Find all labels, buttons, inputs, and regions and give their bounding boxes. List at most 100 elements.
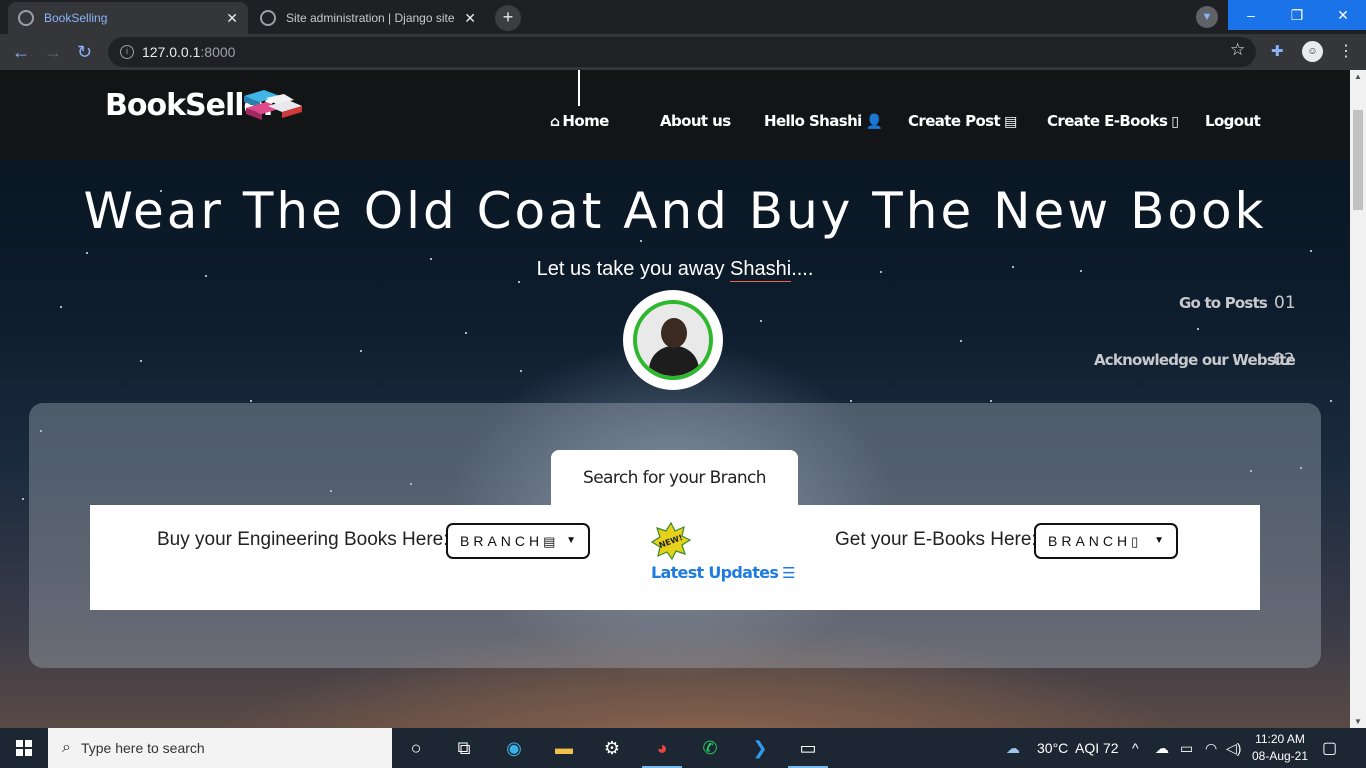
hero-subtitle-prefix: Let us take you away (536, 258, 731, 280)
new-tab-button[interactable]: + (495, 5, 521, 31)
minimize-button[interactable]: – (1228, 0, 1274, 30)
nav-about-label: About us (660, 112, 731, 130)
vscode-icon[interactable]: ❯ (748, 736, 772, 760)
nav-logout[interactable]: Logout (1205, 112, 1261, 130)
file-explorer-icon[interactable]: ▬ (552, 736, 576, 760)
terminal-icon[interactable]: ▭ (788, 736, 828, 768)
back-icon[interactable]: ← (12, 42, 30, 62)
extensions-icon[interactable]: ✚ (1271, 42, 1284, 60)
nav-create-post[interactable]: Create Post ▤ (908, 112, 1017, 130)
whatsapp-icon[interactable]: ✆ (698, 736, 722, 760)
reload-icon[interactable]: ↻ (77, 42, 92, 62)
globe-icon (260, 10, 276, 26)
close-icon[interactable]: ✕ (226, 10, 238, 27)
weather-icon[interactable]: ☁ (1006, 740, 1020, 757)
forward-icon[interactable]: → (44, 42, 62, 62)
close-window-button[interactable]: ✕ (1320, 0, 1366, 30)
hero-title: Wear The Old Coat And Buy The New Book (83, 182, 1267, 240)
home-icon: ⌂ (550, 114, 560, 130)
scroll-down-icon[interactable]: ▼ (1350, 717, 1366, 726)
tab-title: BookSelling (44, 11, 108, 25)
clock-date: 08-Aug-21 (1251, 749, 1309, 763)
aqi-value[interactable]: AQI 72 (1075, 740, 1119, 756)
scroll-up-icon[interactable]: ▲ (1350, 72, 1366, 81)
side-link-number: 01 (1274, 293, 1296, 313)
avatar-photo (633, 300, 713, 380)
caret-down-icon: ▼ (566, 535, 576, 546)
nav-home-label: Home (562, 112, 609, 130)
tab-search-icon[interactable]: ▼ (1196, 6, 1218, 28)
site-navbar: BookSeller ⌂ Home About us Hello Shashi 👤 … (0, 70, 1350, 160)
nav-about[interactable]: About us (660, 112, 731, 130)
taskbar-clock[interactable]: 11:20 AM 08-Aug-21 (1250, 731, 1310, 765)
star-dot (760, 320, 762, 322)
nav-create-post-label: Create Post (908, 112, 1001, 130)
weather-temp[interactable]: 30°C (1037, 740, 1068, 756)
nav-hello-label: Hello Shashi (764, 112, 862, 130)
hero-subtitle: Let us take you away Shashi.... (0, 258, 1350, 282)
latest-updates-link[interactable]: Latest Updates ☰ (651, 563, 796, 582)
books-logo-icon (244, 90, 302, 120)
onedrive-icon[interactable]: ☁ (1155, 740, 1169, 757)
tab-django-admin[interactable]: Site administration | Django site ✕ (250, 2, 486, 34)
settings-gear-icon[interactable]: ⚙ (600, 736, 624, 760)
edge-icon[interactable]: ◉ (502, 736, 526, 760)
wifi-icon[interactable]: ◠ (1205, 740, 1217, 757)
nav-create-ebooks-label: Create E-Books (1047, 112, 1168, 130)
file-icon: ▯ (1131, 534, 1139, 549)
info-icon[interactable]: i (120, 45, 134, 59)
windows-start-icon[interactable] (16, 740, 32, 756)
star-dot (360, 350, 362, 352)
nav-divider (578, 70, 580, 106)
windows-taskbar: ⌕ Type here to search ○ ⧉ ◉ ▬ ⚙ ◕ ✆ ❯ ▭ … (0, 728, 1366, 768)
volume-icon[interactable]: ◁) (1226, 740, 1241, 757)
star-dot (250, 400, 252, 402)
search-icon: ⌕ (62, 739, 71, 756)
task-view-icon[interactable]: ⧉ (452, 736, 476, 760)
show-hidden-icons-icon[interactable]: ^ (1132, 740, 1139, 756)
nav-create-ebooks[interactable]: Create E-Books ▯ (1047, 112, 1179, 130)
battery-icon[interactable]: ▭ (1180, 740, 1193, 757)
profile-avatar-icon[interactable]: ☺ (1302, 41, 1323, 62)
page-scrollbar[interactable]: ▲ ▼ (1350, 70, 1366, 728)
book-icon: ▤ (1004, 114, 1017, 130)
side-link-acknowledge[interactable]: Acknowledge our Website (1094, 351, 1296, 369)
maximize-button[interactable]: ❐ (1274, 0, 1320, 30)
tab-bookselling[interactable]: BookSelling ✕ (8, 2, 248, 34)
nav-hello-user[interactable]: Hello Shashi 👤 (764, 112, 883, 130)
caret-down-icon: ▼ (1154, 535, 1164, 546)
star-dot (86, 252, 88, 254)
star-dot (1197, 328, 1199, 330)
hero-subtitle-suffix: .... (791, 258, 814, 280)
address-bar-row: ← → ↻ i 127.0.0.1:8000 ☆ ✚ ☺ ⋮ (0, 34, 1366, 70)
branch-dropdown-ebooks[interactable]: BRANCH▯ ▼ (1034, 523, 1178, 559)
menu-kebab-icon[interactable]: ⋮ (1338, 41, 1354, 61)
nav-home[interactable]: ⌂ Home (550, 112, 609, 130)
new-badge-icon: NEW! (651, 522, 691, 560)
taskbar-search-placeholder: Type here to search (80, 740, 205, 756)
chrome-icon[interactable]: ◕ (642, 736, 682, 768)
url-input[interactable]: i 127.0.0.1:8000 (108, 37, 1256, 67)
engineering-books-label: Buy your Engineering Books Here: (157, 529, 449, 550)
browser-tab-strip: BookSelling ✕ Site administration | Djan… (0, 0, 1366, 34)
page-viewport: BookSeller ⌂ Home About us Hello Shashi 👤 … (0, 70, 1350, 728)
bookmark-star-icon[interactable]: ☆ (1230, 40, 1245, 60)
file-icon: ▯ (1171, 114, 1179, 130)
branch-dropdown-books[interactable]: BRANCH▤ ▼ (446, 523, 590, 559)
user-icon: 👤 (865, 114, 883, 130)
latest-updates-label: Latest Updates (651, 563, 779, 582)
cortana-icon[interactable]: ○ (404, 736, 428, 760)
newspaper-icon: ☰ (782, 564, 795, 582)
scrollbar-thumb[interactable] (1353, 110, 1363, 210)
clock-time: 11:20 AM (1255, 732, 1305, 746)
taskbar-search-input[interactable]: ⌕ Type here to search (48, 728, 392, 768)
star-dot (465, 332, 467, 334)
side-link-posts[interactable]: Go to Posts (1179, 294, 1268, 312)
branch-dropdown-label: BRANCH (1048, 533, 1132, 549)
close-icon[interactable]: ✕ (464, 10, 476, 27)
ebooks-label: Get your E-Books Here: (835, 529, 1037, 550)
star-dot (1310, 250, 1312, 252)
side-link-number: 02 (1273, 350, 1295, 370)
search-branch-tab[interactable]: Search for your Branch (551, 450, 798, 506)
notification-icon[interactable]: ▢ (1322, 738, 1337, 758)
